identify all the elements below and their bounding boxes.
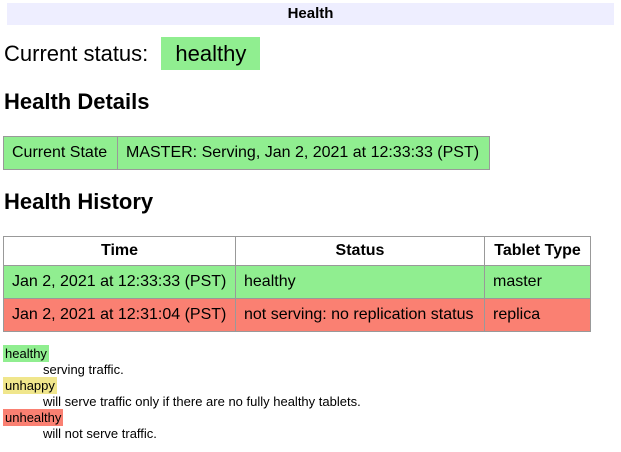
legend-term: unhealthy — [3, 410, 618, 426]
history-row: Jan 2, 2021 at 12:33:33 (PST) healthy ma… — [4, 266, 591, 299]
health-details-heading: Health Details — [4, 89, 618, 114]
history-time: Jan 2, 2021 at 12:31:04 (PST) — [4, 299, 236, 332]
current-state-value: MASTER: Serving, Jan 2, 2021 at 12:33:33… — [118, 137, 490, 170]
legend-term-healthy: healthy — [3, 345, 49, 362]
history-row: Jan 2, 2021 at 12:31:04 (PST) not servin… — [4, 299, 591, 332]
history-header-row: Time Status Tablet Type — [4, 237, 591, 266]
legend-term-unhappy: unhappy — [3, 377, 57, 394]
column-header-time: Time — [4, 237, 236, 266]
health-history-table: Time Status Tablet Type Jan 2, 2021 at 1… — [3, 236, 591, 332]
history-time: Jan 2, 2021 at 12:33:33 (PST) — [4, 266, 236, 299]
legend-term: healthy — [3, 346, 618, 362]
history-status: not serving: no replication status — [236, 299, 485, 332]
current-state-label: Current State — [4, 137, 118, 170]
legend-term-unhealthy: unhealthy — [3, 409, 63, 426]
column-header-status: Status — [236, 237, 485, 266]
page-title: Health — [7, 3, 614, 25]
legend-description-unhealthy: will not serve traffic. — [43, 426, 618, 442]
health-history-heading: Health History — [4, 189, 618, 214]
health-details-table: Current State MASTER: Serving, Jan 2, 20… — [3, 136, 490, 170]
history-tablet-type: replica — [485, 299, 591, 332]
current-status-line: Current status: healthy — [4, 38, 618, 70]
history-status: healthy — [236, 266, 485, 299]
current-status-label: Current status: — [4, 41, 148, 66]
history-tablet-type: master — [485, 266, 591, 299]
column-header-tablet-type: Tablet Type — [485, 237, 591, 266]
legend: healthy serving traffic. unhappy will se… — [3, 346, 618, 442]
current-status-badge: healthy — [161, 37, 260, 70]
current-state-row: Current State MASTER: Serving, Jan 2, 20… — [4, 137, 490, 170]
legend-description-healthy: serving traffic. — [43, 362, 618, 378]
legend-term: unhappy — [3, 378, 618, 394]
health-page: Health Current status: healthy Health De… — [0, 0, 621, 445]
legend-description-unhappy: will serve traffic only if there are no … — [43, 394, 618, 410]
